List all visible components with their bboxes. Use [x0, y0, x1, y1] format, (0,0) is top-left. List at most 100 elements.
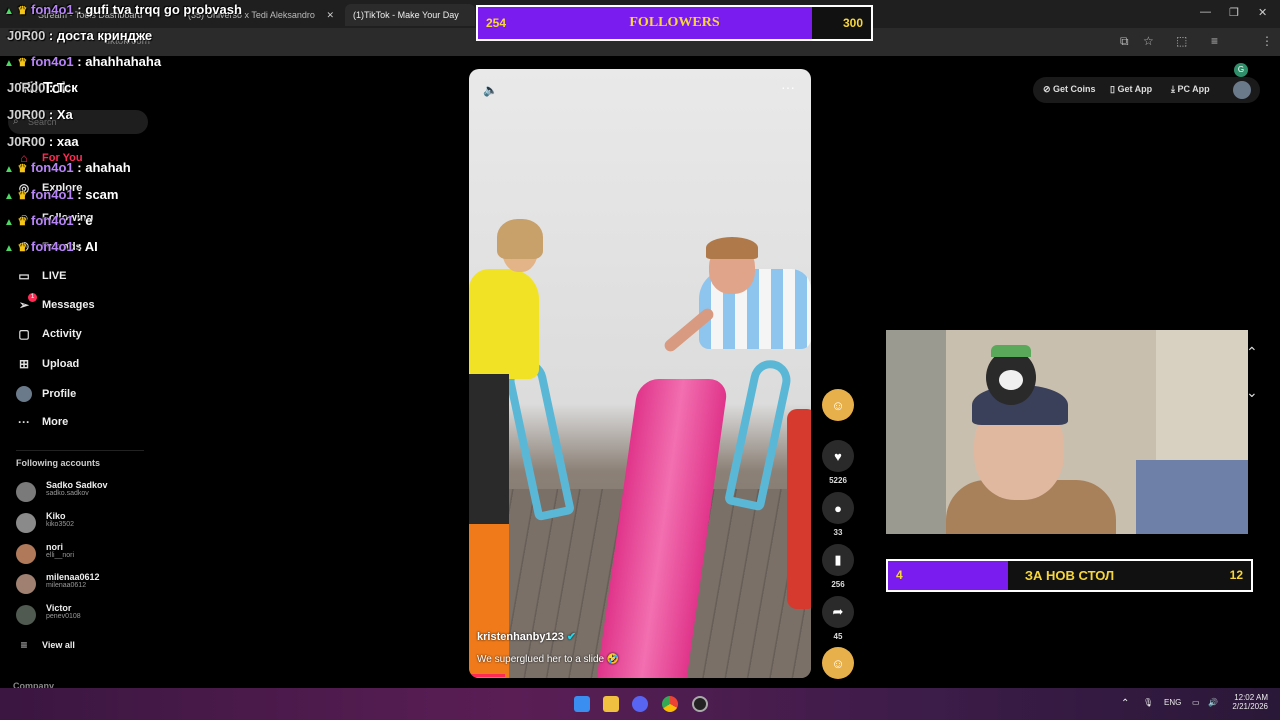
nav-messages[interactable]: ➢ 1 Messages	[16, 293, 95, 312]
chat-message: ▲ ♛ fon4o1 : ahahah	[4, 160, 131, 175]
obs-icon[interactable]	[692, 696, 708, 712]
chat-user: fon4o1	[31, 187, 74, 202]
followers-target: 300	[842, 16, 863, 30]
up-arrow-icon: ▲	[4, 217, 14, 228]
table-goal-bar: 4 ЗА НОВ СТОЛ 12	[886, 559, 1253, 592]
comment-icon: ●	[822, 492, 854, 524]
more-options-icon[interactable]: ···	[781, 79, 795, 95]
progress-bar[interactable]	[469, 674, 505, 677]
chrome-icon[interactable]	[662, 696, 678, 712]
install-icon[interactable]: ⧉	[1120, 34, 1129, 49]
chat-message: J0R00 : Xa	[7, 107, 73, 122]
extensions-icon[interactable]: ⬚	[1176, 34, 1187, 48]
nav-label: More	[42, 416, 69, 428]
divider	[16, 450, 144, 451]
account-name: Sadko Sadkov	[46, 480, 108, 490]
microphone-icon[interactable]: 🎙	[1143, 698, 1153, 707]
chat-message: ▲ ♛ fon4o1 : e	[4, 213, 93, 228]
media-icon[interactable]: ≡	[1211, 34, 1218, 48]
crown-icon: ♛	[17, 242, 28, 254]
top-actions-bar: ⊘ Get Coins ▯ Get App ⤓ PC App	[1033, 77, 1260, 103]
user-avatar[interactable]	[1233, 81, 1251, 99]
avatar	[16, 544, 36, 564]
view-all-link[interactable]: ≡ View all	[16, 638, 75, 652]
volume-icon[interactable]: 🔊	[1208, 698, 1218, 707]
crown-icon: ♛	[17, 190, 28, 202]
windows-start-icon[interactable]	[574, 696, 590, 712]
nav-activity[interactable]: ▢ Activity	[16, 327, 81, 341]
close-window-icon[interactable]: ✕	[1258, 6, 1267, 19]
person-hair	[706, 237, 758, 259]
chat-message: J0R00 : доста криндже	[7, 28, 153, 43]
chat-message: J0R00 : Тск	[7, 80, 78, 95]
video-author[interactable]: kristenhanby123 ✔	[477, 630, 576, 643]
chat-text: scam	[85, 187, 119, 202]
messages-badge: 1	[28, 293, 37, 302]
chat-message: J0R00 : xaa	[7, 134, 79, 149]
following-account[interactable]: Kiko kiko3502	[16, 511, 74, 533]
avatar	[16, 605, 36, 625]
get-app-button[interactable]: ▯ Get App	[1110, 84, 1152, 95]
close-icon[interactable]: ✕	[326, 4, 334, 26]
save-button[interactable]: ▮ 256	[822, 544, 854, 589]
language-indicator[interactable]: ENG	[1164, 698, 1181, 707]
following-accounts-title: Following accounts	[16, 458, 101, 468]
minimize-icon[interactable]: —	[1200, 6, 1211, 18]
video-player[interactable]: 🔈 ··· kristenhanby123 ✔ We superglued he…	[469, 69, 811, 678]
maximize-icon[interactable]: ❐	[1229, 6, 1239, 19]
bed	[1136, 460, 1248, 534]
following-account[interactable]: Sadko Sadkov sadko.sadkov	[16, 480, 108, 502]
chat-message: ▲ ♛ fon4o1 : gufi tva trqq go probvash	[4, 2, 242, 17]
view-all-label: View all	[42, 640, 75, 650]
get-coins-label: Get Coins	[1053, 84, 1096, 94]
activity-icon: ▢	[18, 327, 30, 341]
author-avatar[interactable]: ☺	[822, 389, 854, 421]
account-name: nori	[46, 542, 63, 552]
clock[interactable]: 12:02 AM 2/21/2026	[1230, 693, 1268, 711]
comment-button[interactable]: ● 33	[822, 492, 854, 537]
account-name: Kiko	[46, 511, 66, 521]
video-caption: We superglued her to a slide 🤣	[477, 654, 620, 665]
discord-icon[interactable]	[632, 696, 648, 712]
file-explorer-icon[interactable]	[603, 696, 619, 712]
volume-icon[interactable]: 🔈	[483, 83, 498, 97]
clock-time: 12:02 AM	[1234, 693, 1268, 702]
nav-label: Messages	[42, 299, 95, 311]
account-username: elli__nori	[46, 552, 75, 559]
network-icon[interactable]: ▭	[1192, 698, 1200, 707]
nav-upload[interactable]: ⊞ Upload	[16, 357, 79, 371]
nav-profile[interactable]: Profile	[16, 386, 76, 402]
red-slide	[787, 409, 811, 609]
nav-live[interactable]: ▭ LIVE	[16, 269, 66, 283]
avatar	[16, 482, 36, 502]
chat-user: fon4o1	[31, 54, 74, 69]
table-target: 12	[1229, 568, 1243, 582]
share-icon: ➦	[822, 596, 854, 628]
menu-dots-icon[interactable]: ⋮	[1261, 34, 1273, 48]
bookmark-star-icon[interactable]: ☆	[1143, 34, 1154, 48]
share-button[interactable]: ➦ 45	[822, 596, 854, 641]
list-icon: ≡	[20, 638, 28, 652]
chat-text: e	[85, 213, 93, 228]
following-account[interactable]: Victor penev0108	[16, 603, 81, 625]
more-icon: ···	[18, 415, 30, 429]
chat-user: fon4o1	[31, 160, 74, 175]
pc-app-button[interactable]: ⤓ PC App	[1171, 84, 1210, 95]
sound-avatar[interactable]: ☺	[822, 647, 854, 679]
following-account[interactable]: nori elli__nori	[16, 542, 74, 564]
taskbar: ⌃ 🎙 ENG ▭ 🔊 12:02 AM 2/21/2026	[0, 688, 1280, 720]
crown-icon: ♛	[17, 216, 28, 228]
profile-icon	[16, 386, 32, 402]
profile-avatar[interactable]: G	[1234, 63, 1248, 77]
following-account[interactable]: milenaa0612 milenaa0612	[16, 572, 100, 594]
crown-icon: ♛	[17, 57, 28, 69]
like-button[interactable]: ♥ 5226	[822, 440, 854, 485]
followers-goal-bar: 254 FOLLOWERS 300	[476, 5, 873, 41]
browser-tab-active[interactable]: (1)TikTok - Make Your Day	[345, 4, 475, 26]
webcam-feed	[886, 330, 1248, 534]
get-coins-button[interactable]: ⊘ Get Coins	[1043, 84, 1096, 95]
tray-chevron-icon[interactable]: ⌃	[1121, 698, 1129, 709]
clock-date: 2/21/2026	[1232, 702, 1268, 711]
nav-more[interactable]: ··· More	[16, 415, 68, 429]
up-arrow-icon: ▲	[4, 6, 14, 17]
